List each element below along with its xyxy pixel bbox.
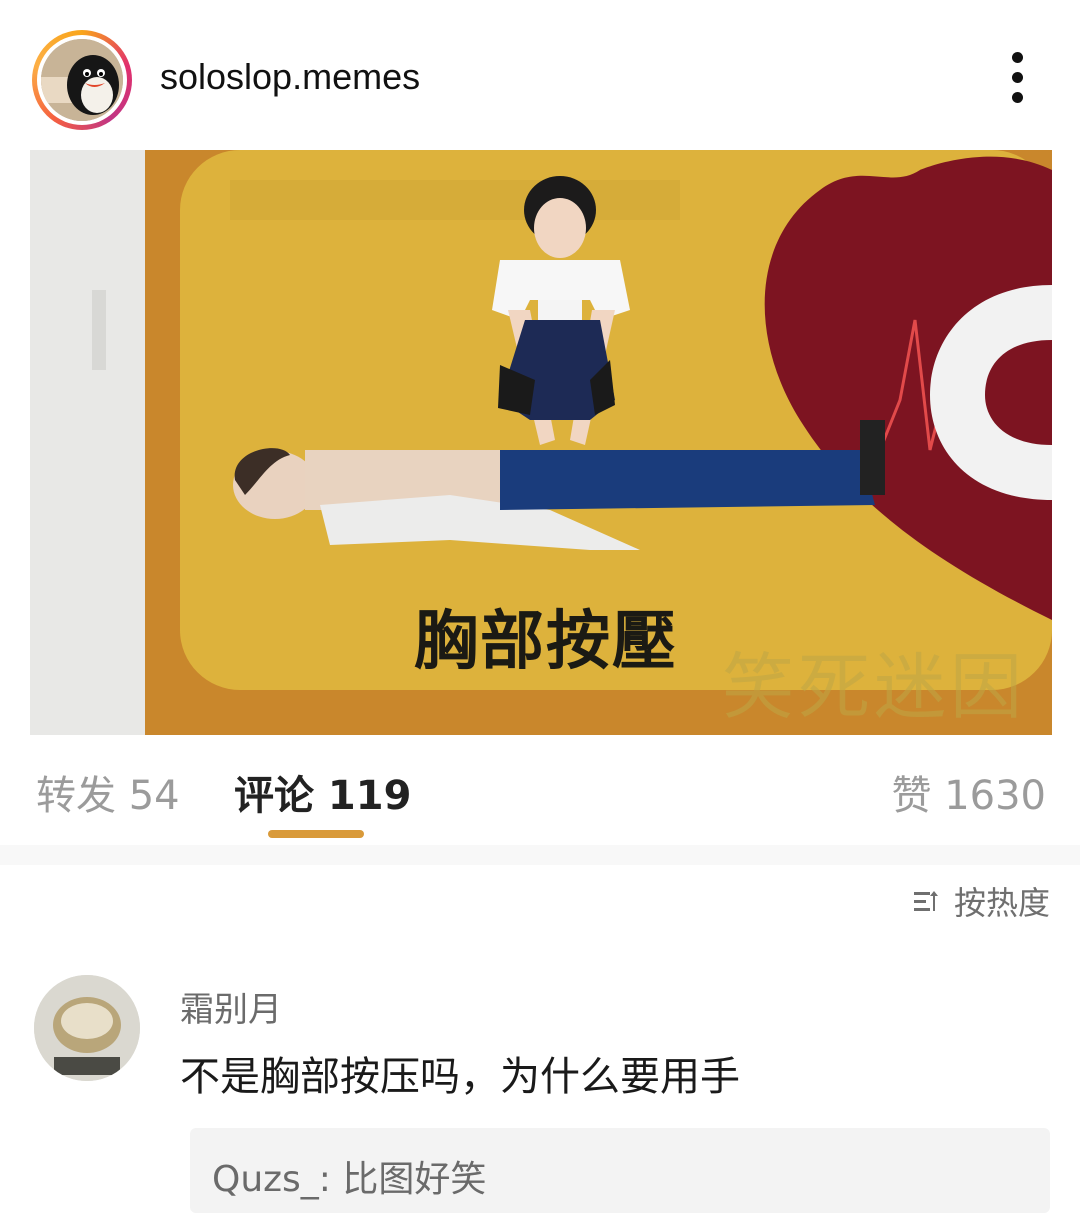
active-tab-indicator bbox=[268, 830, 364, 838]
comment-author[interactable]: 霜别月 bbox=[180, 982, 282, 1031]
avatar[interactable] bbox=[32, 30, 132, 130]
reply-text: Quzs_: 比图好笑 bbox=[212, 1159, 487, 1200]
reply-preview[interactable]: Quzs_: 比图好笑 bbox=[190, 1128, 1050, 1213]
sort-label: 按热度 bbox=[953, 884, 1050, 922]
section-divider bbox=[0, 845, 1080, 865]
post-image: 笑死迷因 胸部按壓 bbox=[30, 150, 1052, 735]
sort-icon bbox=[913, 891, 938, 911]
tab-comments[interactable]: 评论 119 bbox=[234, 763, 411, 821]
post-header: soloslop.memes bbox=[0, 0, 1080, 150]
more-options-icon[interactable] bbox=[1005, 52, 1031, 104]
username[interactable]: soloslop.memes bbox=[160, 56, 420, 98]
sort-toggle[interactable]: 按热度 bbox=[912, 878, 1050, 924]
watermark-text: 笑死迷因 bbox=[722, 645, 1027, 729]
poster-caption: 胸部按壓 bbox=[414, 605, 678, 679]
tab-likes[interactable]: 赞 1630 bbox=[891, 763, 1046, 821]
comment-text: 不是胸部按压吗，为什么要用手 bbox=[180, 1054, 740, 1100]
engagement-tabs: 转发 54 评论 119 赞 1630 bbox=[0, 735, 1080, 845]
tab-repost[interactable]: 转发 54 bbox=[36, 763, 180, 821]
commenter-avatar[interactable] bbox=[34, 975, 140, 1081]
